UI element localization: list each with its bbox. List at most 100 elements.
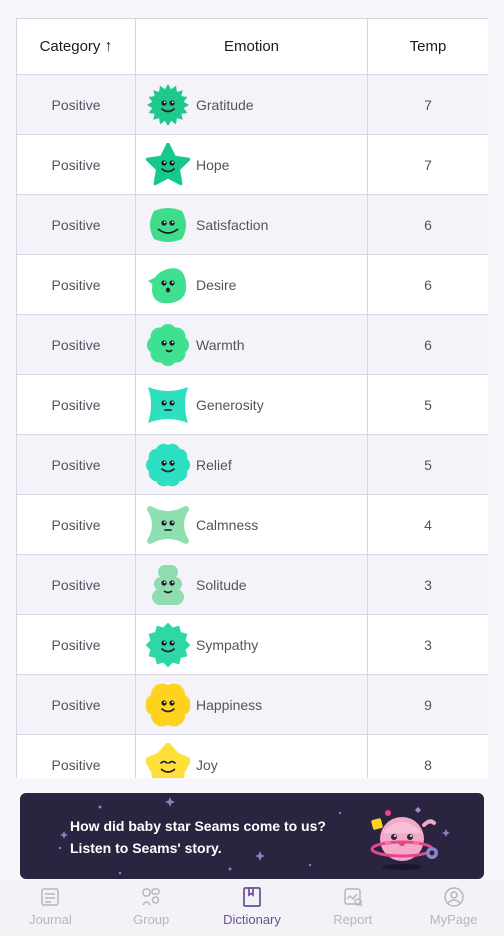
nav-label: Dictionary: [223, 912, 281, 927]
temp-value: 8: [424, 756, 432, 773]
emotion-cell: Joy: [135, 734, 368, 778]
category-column-header[interactable]: Category ↑: [16, 18, 136, 75]
temp-cell: 5: [367, 434, 488, 495]
emotion-name: Desire: [196, 276, 237, 293]
app-screen: Category ↑ Emotion Temp Positive Gratitude…: [0, 0, 504, 936]
emotion-column-header[interactable]: Emotion: [135, 18, 368, 75]
table-row[interactable]: Positive Gratitude 7: [16, 74, 488, 135]
category-cell: Positive: [16, 554, 136, 615]
temp-value: 7: [424, 156, 432, 173]
category-cell: Positive: [16, 194, 136, 255]
table-row[interactable]: Positive Sympathy 3: [16, 614, 488, 675]
category-text: Positive: [51, 576, 101, 593]
category-cell: Positive: [16, 374, 136, 435]
category-cell: Positive: [16, 434, 136, 495]
temp-column-header[interactable]: Temp: [367, 18, 488, 75]
emotion-cell: Hope: [135, 134, 368, 195]
emotion-name: Generosity: [196, 396, 264, 413]
emotion-cell: Desire: [135, 254, 368, 315]
table-row[interactable]: Positive Calmness 4: [16, 494, 488, 555]
temp-cell: 8: [367, 734, 488, 778]
temp-cell: 9: [367, 674, 488, 735]
emotion-cell: Warmth: [135, 314, 368, 375]
category-text: Positive: [51, 216, 101, 233]
category-cell: Positive: [16, 674, 136, 735]
table-row[interactable]: Positive Joy 8: [16, 734, 488, 778]
table-row[interactable]: Positive Solitude 3: [16, 554, 488, 615]
emotion-cell: Gratitude: [135, 74, 368, 135]
temp-value: 6: [424, 276, 432, 293]
category-text: Positive: [51, 156, 101, 173]
temp-value: 5: [424, 456, 432, 473]
temp-value: 6: [424, 216, 432, 233]
nav-label: Report: [333, 912, 373, 927]
table-row[interactable]: Positive Generosity 5: [16, 374, 488, 435]
emotion-name: Joy: [196, 756, 218, 773]
temp-value: 3: [424, 636, 432, 653]
category-cell: Positive: [16, 74, 136, 135]
group-icon: [142, 888, 160, 906]
temp-value: 7: [424, 96, 432, 113]
table-header-row: Category ↑ Emotion Temp: [16, 18, 488, 75]
category-cell: Positive: [16, 314, 136, 375]
sort-ascending-icon: ↑: [104, 37, 113, 55]
temp-value: 6: [424, 336, 432, 353]
report-icon: [344, 888, 363, 907]
joy-emoji-icon: [146, 742, 190, 778]
gratitude-emoji-icon: [147, 83, 189, 126]
table-row[interactable]: Positive Happiness 9: [16, 674, 488, 735]
temp-cell: 7: [367, 74, 488, 135]
emotion-header-label: Emotion: [223, 38, 280, 55]
calmness-emoji-icon: [147, 505, 189, 544]
temp-cell: 3: [367, 614, 488, 675]
category-text: Positive: [51, 516, 101, 533]
table-row[interactable]: Positive Relief 5: [16, 434, 488, 495]
table-row[interactable]: Positive Hope 7: [16, 134, 488, 195]
emotion-name: Warmth: [196, 336, 245, 353]
satisfaction-emoji-icon: [150, 207, 186, 242]
temp-cell: 5: [367, 374, 488, 435]
warmth-emoji-icon: [147, 323, 189, 366]
seams-story-banner[interactable]: How did baby star Seams come to us? List…: [20, 793, 484, 879]
table-row[interactable]: Positive Desire 6: [16, 254, 488, 315]
emotion-name: Calmness: [196, 516, 259, 533]
category-text: Positive: [51, 456, 101, 473]
category-cell: Positive: [16, 734, 136, 778]
category-text: Positive: [51, 276, 101, 293]
nav-item-dictionary[interactable]: Dictionary: [202, 880, 303, 936]
category-cell: Positive: [16, 254, 136, 315]
temp-value: 5: [424, 396, 432, 413]
nav-item-journal[interactable]: Journal: [0, 880, 101, 936]
table-row[interactable]: Positive Warmth 6: [16, 314, 488, 375]
nav-label: MyPage: [429, 912, 478, 927]
temp-cell: 6: [367, 254, 488, 315]
nav-label: Group: [133, 912, 170, 927]
emotion-table-container[interactable]: Category ↑ Emotion Temp Positive Gratitude…: [16, 18, 488, 778]
emotion-cell: Generosity: [135, 374, 368, 435]
category-text: Positive: [51, 396, 101, 413]
category-header-label: Category: [39, 37, 101, 55]
table-row[interactable]: Positive Satisfaction 6: [16, 194, 488, 255]
temp-cell: 3: [367, 554, 488, 615]
emotion-cell: Happiness: [135, 674, 368, 735]
dictionary-icon: [243, 887, 261, 907]
nav-item-report[interactable]: Report: [302, 880, 403, 936]
nav-item-mypage[interactable]: MyPage: [403, 880, 504, 936]
temp-value: 9: [424, 696, 432, 713]
nav-item-group[interactable]: Group: [101, 880, 202, 936]
temp-value: 4: [424, 516, 432, 533]
banner-text: How did baby star Seams come to us? List…: [70, 815, 326, 859]
emotion-cell: Sympathy: [135, 614, 368, 675]
category-text: Positive: [51, 96, 101, 113]
temp-header-label: Temp: [409, 38, 447, 55]
emotion-name: Hope: [196, 156, 230, 173]
temp-cell: 7: [367, 134, 488, 195]
banner-line-1: How did baby star Seams come to us?: [70, 818, 326, 834]
happiness-emoji-icon: [146, 683, 190, 726]
solitude-emoji-icon: [152, 564, 184, 605]
emotion-name: Gratitude: [196, 96, 254, 113]
category-text: Positive: [51, 636, 101, 653]
emotion-name: Relief: [196, 456, 232, 473]
nav-label: Journal: [29, 912, 72, 927]
hope-emoji-icon: [146, 142, 190, 185]
